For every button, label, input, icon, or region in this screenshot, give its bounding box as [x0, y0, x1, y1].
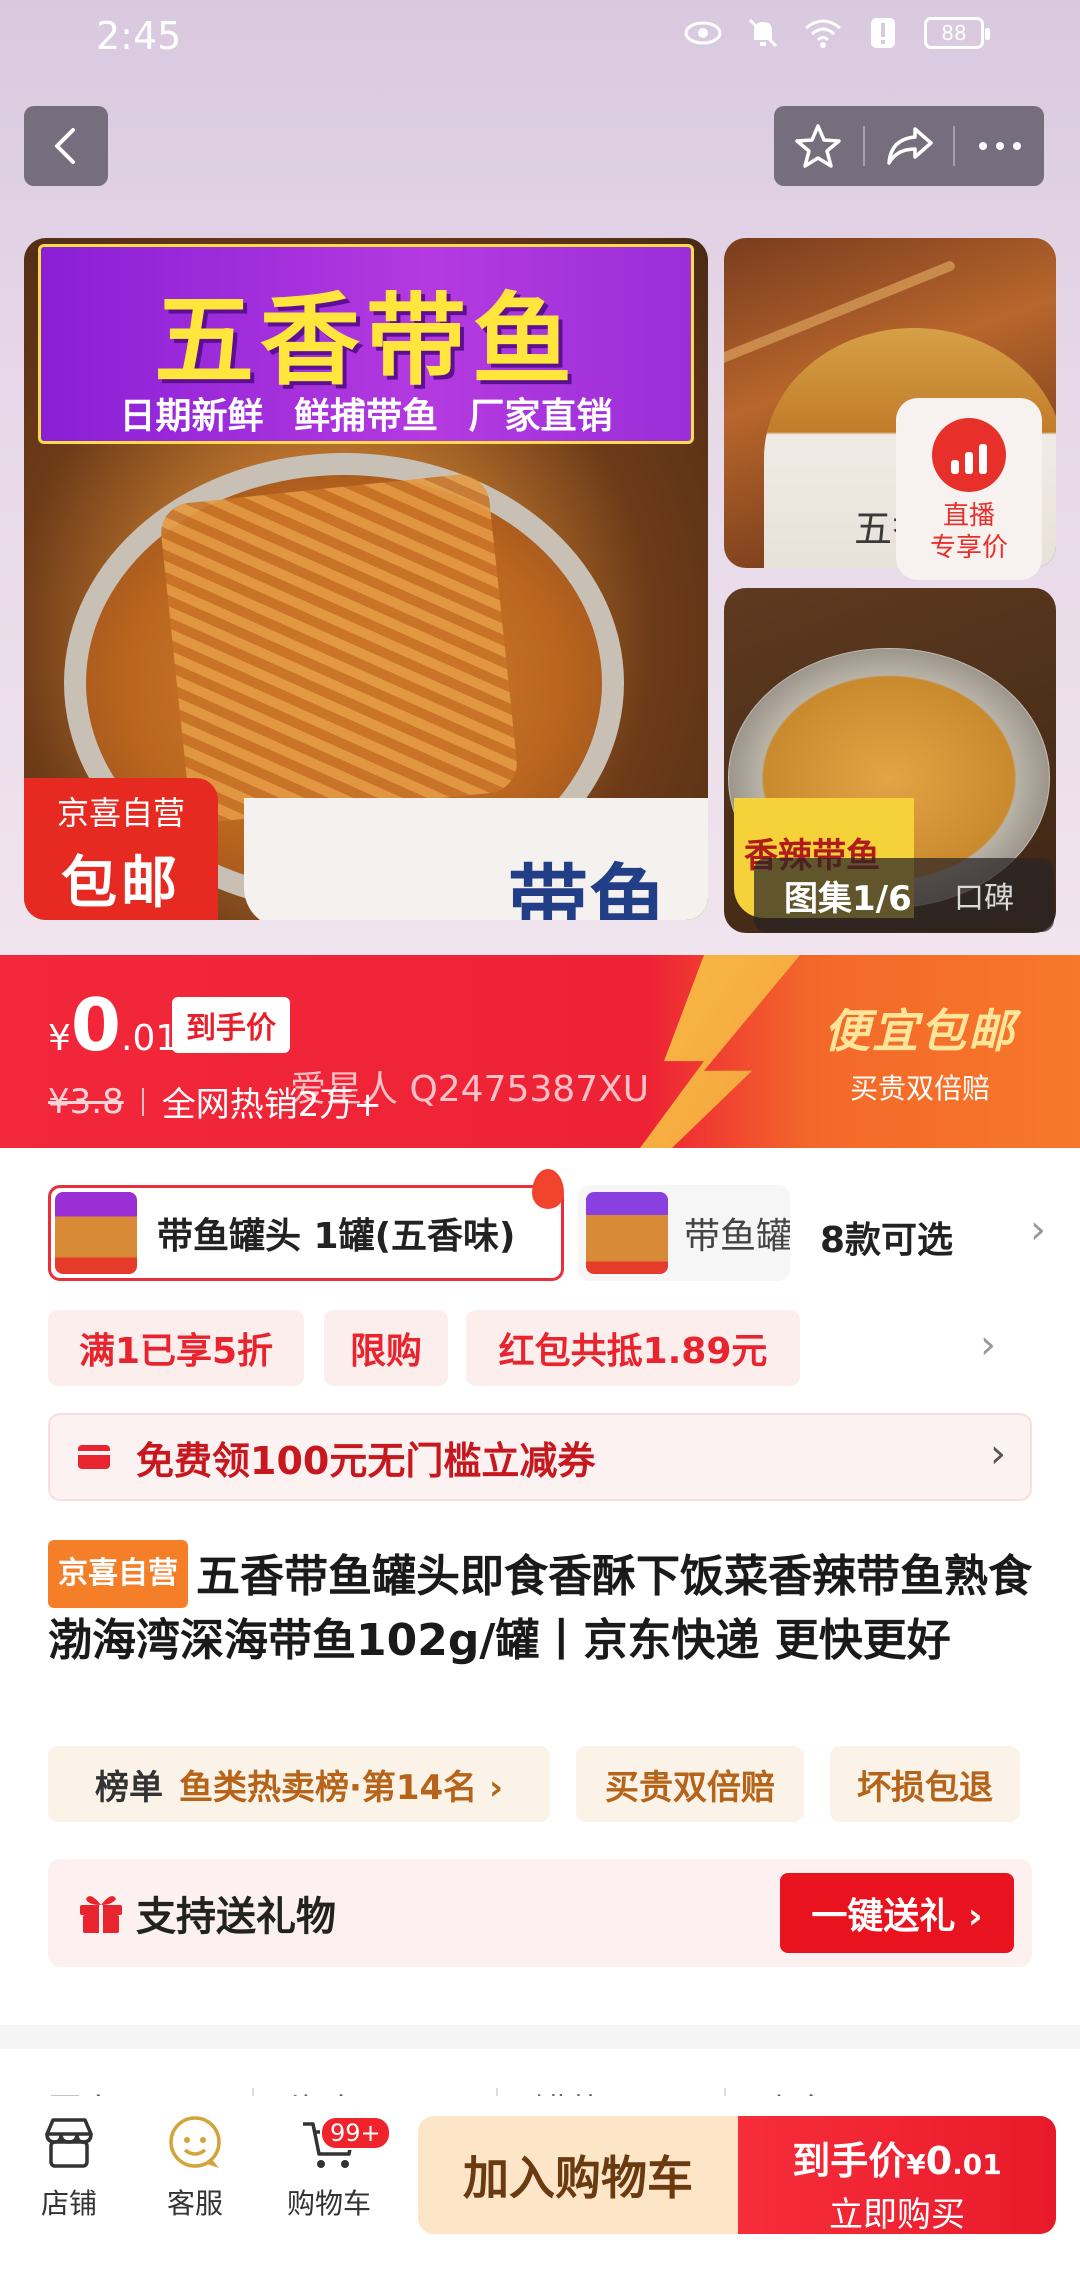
final-price-label: 到手价: [172, 997, 290, 1053]
ranking-value: 鱼类热卖榜·第14名 ›: [178, 1767, 504, 1808]
divider: [141, 1087, 144, 1116]
alert-icon: [864, 16, 902, 50]
cart-count-badge: 99+: [320, 2116, 391, 2150]
service-tag[interactable]: 坏损包退: [830, 1746, 1020, 1822]
back-button[interactable]: [24, 106, 108, 186]
bell-muted-icon: [744, 16, 782, 50]
cart-label: 购物车: [286, 2187, 371, 2220]
status-time: 2:45: [96, 14, 182, 58]
gift-label: 支持送礼物: [136, 1894, 336, 1940]
variant-count[interactable]: 8款可选: [820, 1211, 953, 1263]
promo-subtitle: 买贵双倍赔: [849, 1072, 990, 1105]
badge-shipping-label: 包邮: [61, 851, 181, 916]
gallery-index-tab[interactable]: 图集1/6: [754, 871, 944, 920]
store-button[interactable]: 店铺: [14, 2114, 124, 2222]
chevron-left-icon: [55, 128, 75, 164]
product-title-block: 京喜自营 五香带鱼罐头即食香酥下饭菜香辣带鱼熟食渤海湾深海带鱼102g/罐丨京东快…: [48, 1540, 1040, 1673]
hot-flame-icon: [532, 1169, 564, 1209]
gallery-tabs: 图集1/6 口碑: [754, 858, 1054, 932]
live-label: 直播: [942, 501, 995, 531]
gift-bar: 支持送礼物 一键送礼 ›: [48, 1859, 1032, 1967]
promo-tag: 红包共抵1.89元: [466, 1310, 800, 1386]
fish-illustration: [158, 471, 520, 825]
customer-service-button[interactable]: 客服: [140, 2114, 250, 2222]
service-tags: 榜单 鱼类热卖榜·第14名 › 买贵双倍赔 坏损包退: [48, 1746, 1048, 1822]
bottom-action-bar: 店铺 客服 购物车 99+ 加入购物车 到手价¥0.01 立即购买: [0, 2096, 1080, 2280]
image-banner: 五香带鱼 日期新鲜 鲜捕带鱼 厂家直销: [38, 244, 694, 444]
live-icon: [932, 418, 1006, 492]
gift-icon: [78, 1891, 124, 1935]
product-title: 京喜自营 五香带鱼罐头即食香酥下饭菜香辣带鱼熟食渤海湾深海带鱼102g/罐丨京东快…: [48, 1540, 1040, 1673]
buy-price-currency: ¥: [906, 2148, 926, 2181]
price-banner: ¥ 0 .01 到手价 ¥3.8 全网热销2万+ 便宜包邮 买贵双倍赔: [0, 955, 1080, 1148]
free-shipping-badge: 京喜自营 包邮: [24, 778, 218, 920]
banner-subtitle: 日期新鲜 鲜捕带鱼 厂家直销: [119, 396, 613, 437]
store-tag: 京喜自营: [48, 1540, 188, 1608]
battery-indicator: 88: [924, 17, 990, 49]
variant-option[interactable]: 带鱼罐头: [578, 1185, 790, 1281]
price-decimal: .01: [121, 1018, 179, 1059]
lightning-decoration: [640, 955, 800, 1148]
more-icon: [978, 142, 1021, 150]
badge-store-label: 京喜自营: [56, 794, 185, 832]
reviews-tab[interactable]: 口碑: [944, 873, 1014, 917]
buy-price: 到手价¥0.01: [738, 2130, 1056, 2185]
customer-service-label: 客服: [166, 2187, 223, 2220]
can-label-text: 带鱼: [508, 855, 668, 920]
promo-tag: 满1已享5折: [48, 1310, 304, 1386]
chevron-right-icon: ›: [990, 1431, 1006, 1477]
promotion-row[interactable]: 满1已享5折 限购 红包共抵1.89元 ›: [48, 1310, 1048, 1386]
ranking-tag[interactable]: 榜单 鱼类热卖榜·第14名 ›: [48, 1746, 550, 1822]
original-price: ¥3.8: [48, 1081, 124, 1122]
banner-title: 五香带鱼: [154, 281, 578, 399]
favorite-button[interactable]: [774, 106, 863, 186]
variant-label: 带鱼罐头 1罐(五香味): [157, 1216, 516, 1257]
chevron-right-icon[interactable]: ›: [1030, 1207, 1046, 1253]
share-icon: [887, 127, 933, 165]
section-divider: [0, 2025, 1080, 2049]
chevron-right-icon: ›: [980, 1322, 996, 1368]
store-icon: [45, 2118, 93, 2168]
coupon-text: 免费领100元无门槛立减券: [136, 1438, 596, 1483]
promo-tag: 限购: [324, 1310, 448, 1386]
variant-thumbnail: [586, 1192, 668, 1274]
coupon-icon: [78, 1445, 110, 1469]
service-tag[interactable]: 买贵双倍赔: [576, 1746, 804, 1822]
more-button[interactable]: [955, 106, 1044, 186]
send-gift-button[interactable]: 一键送礼 ›: [780, 1873, 1014, 1953]
status-icons: 88: [684, 16, 990, 50]
ranking-key: 榜单: [94, 1767, 163, 1808]
variant-label: 带鱼罐头: [684, 1216, 790, 1257]
can-label: 带鱼: [244, 798, 708, 920]
promo-title: 便宜包邮: [824, 1004, 1016, 1058]
add-to-cart-button[interactable]: 加入购物车: [418, 2116, 738, 2234]
buy-now-button[interactable]: 到手价¥0.01 立即购买: [738, 2116, 1056, 2235]
star-icon: [795, 124, 842, 168]
product-title-text: 五香带鱼罐头即食香酥下饭菜香辣带鱼熟食渤海湾深海带鱼102g/罐丨京东快递 更快…: [48, 1551, 1032, 1666]
live-price-label: 专享价: [929, 533, 1008, 563]
status-bar: 2:45 88: [0, 0, 1080, 74]
watermark-id: 爱星人 Q2475387XU: [290, 1069, 650, 1110]
price-currency: ¥: [48, 1018, 71, 1059]
variant-thumbnail: [55, 1192, 137, 1274]
buy-price-label: 到手价: [792, 2139, 907, 2183]
live-price-button[interactable]: 直播 专享价: [896, 398, 1042, 580]
promo-guarantee[interactable]: 便宜包邮 买贵双倍赔: [780, 995, 1060, 1107]
final-price: ¥ 0 .01: [48, 983, 178, 1067]
buy-now-label: 立即购买: [829, 2195, 965, 2235]
variant-option-selected[interactable]: 带鱼罐头 1罐(五香味): [48, 1185, 564, 1281]
variant-selector: 带鱼罐头 1罐(五香味) 带鱼罐头 8款可选 ›: [48, 1169, 1058, 1283]
eye-icon: [684, 16, 722, 50]
customer-service-icon: [169, 2116, 221, 2168]
price-integer: 0: [70, 983, 122, 1067]
store-label: 店铺: [40, 2187, 97, 2220]
buy-price-decimal: .01: [952, 2148, 1002, 2181]
main-product-image[interactable]: 带鱼 五香带鱼 日期新鲜 鲜捕带鱼 厂家直销 京喜自营 包邮: [24, 238, 708, 920]
wifi-icon: [804, 16, 842, 50]
nav-actions: [774, 106, 1044, 186]
coupon-bar[interactable]: 免费领100元无门槛立减券 ›: [48, 1413, 1032, 1501]
share-button[interactable]: [865, 106, 954, 186]
buy-price-integer: 0: [925, 2139, 953, 2183]
